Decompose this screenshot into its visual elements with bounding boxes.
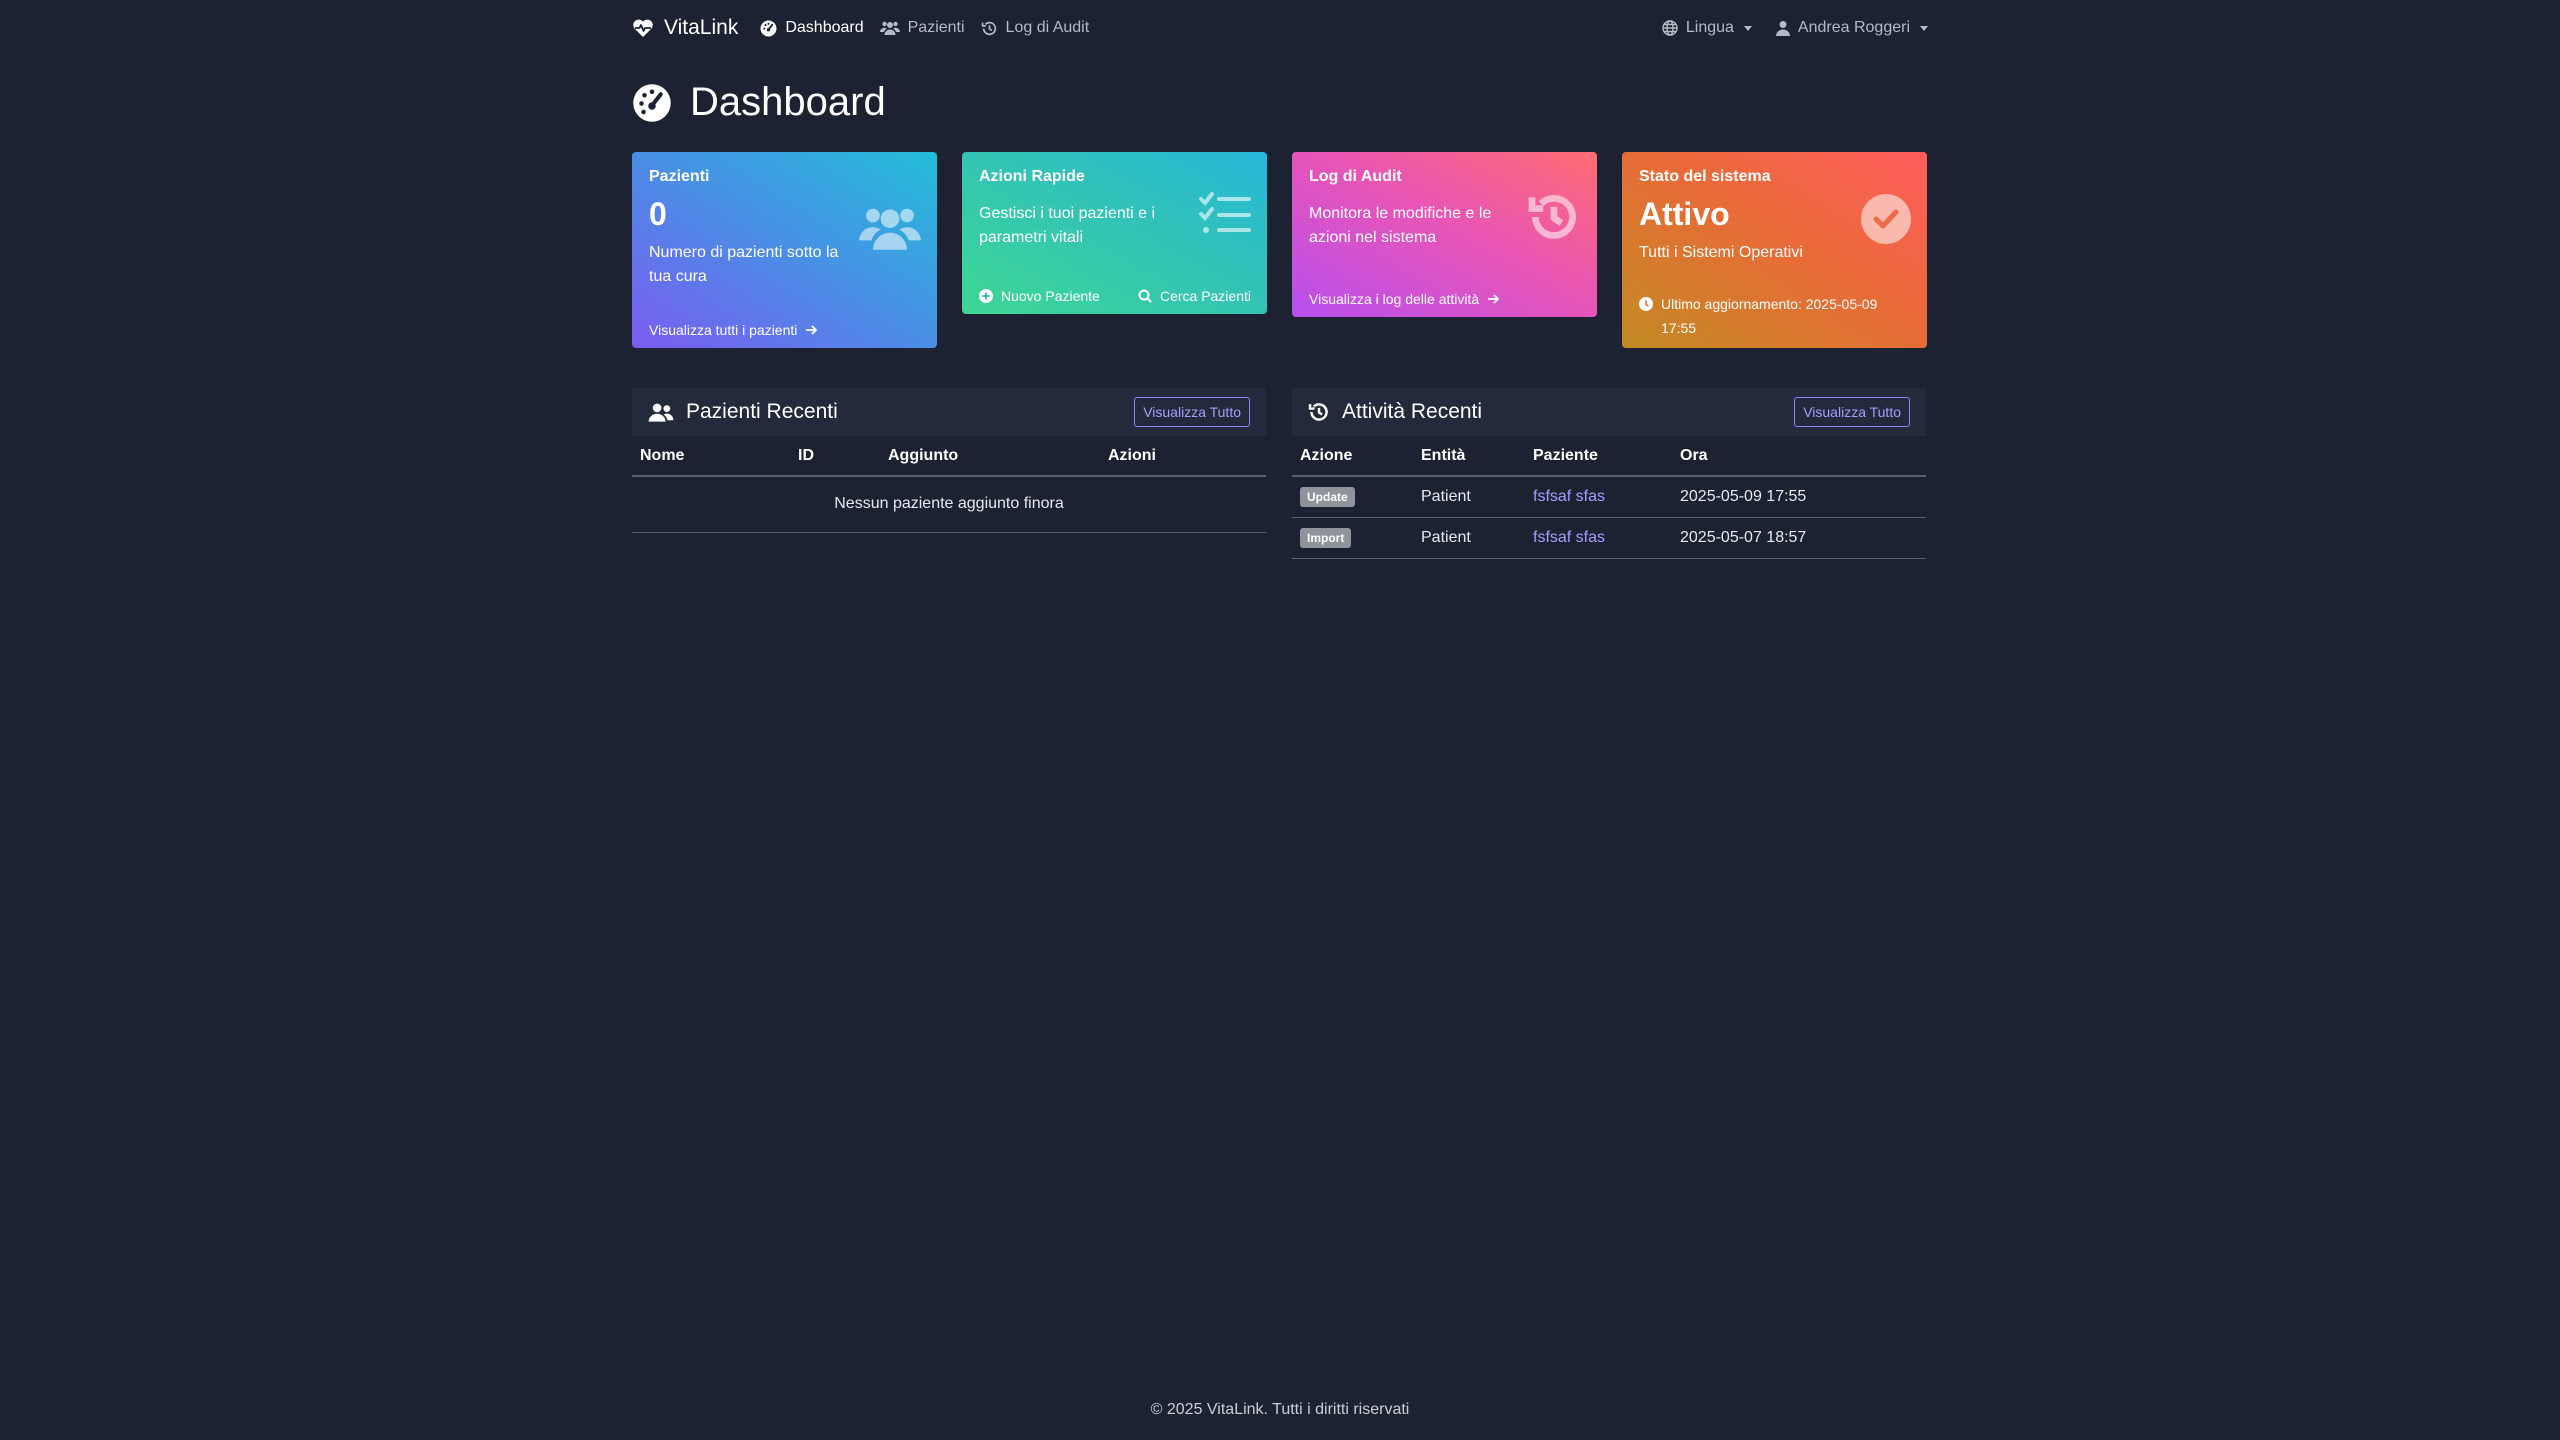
recent-patients-panel: Pazienti Recenti Visualizza Tutto Nome I… <box>632 388 1266 533</box>
globe-icon <box>1662 20 1678 36</box>
search-patients-link[interactable]: Cerca Pazienti <box>1138 288 1251 304</box>
table-header-row: Nome ID Aggiunto Azioni <box>632 436 1266 477</box>
users-icon <box>879 20 900 36</box>
patient-cell: fsfsaf sfas <box>1525 517 1672 559</box>
user-menu[interactable]: Andrea Roggeri <box>1775 19 1928 37</box>
history-icon <box>1527 190 1581 244</box>
users-icon <box>859 202 921 254</box>
empty-state-message: Nessun paziente aggiunto finora <box>632 476 1266 533</box>
search-icon <box>1138 289 1152 303</box>
nav-audit-log[interactable]: Log di Audit <box>981 19 1090 37</box>
action-badge: Update <box>1300 486 1355 507</box>
gauge-icon <box>632 83 672 123</box>
column-header: Azione <box>1292 436 1413 477</box>
patient-link[interactable]: fsfsaf sfas <box>1533 529 1605 546</box>
column-header: Azioni <box>1100 436 1266 477</box>
system-status-footer: Ultimo aggiornamento: 2025-05-09 17:55 <box>1639 292 1911 340</box>
time-cell: 2025-05-07 18:57 <box>1672 517 1926 559</box>
footer-copyright: © 2025 VitaLink. Tutti i diritti riserva… <box>1150 1401 1410 1418</box>
quick-actions-footer: Nuovo Paziente Cerca Pazienti <box>979 288 1251 304</box>
audit-log-card-footer: Visualizza i log delle attività <box>1309 291 1581 307</box>
time-cell: 2025-05-09 17:55 <box>1672 476 1926 518</box>
history-icon <box>1308 401 1330 423</box>
gauge-icon <box>760 20 777 37</box>
language-dropdown[interactable]: Lingua <box>1662 19 1752 37</box>
recent-patients-title: Pazienti Recenti <box>686 400 838 423</box>
patients-card: Pazienti 0 Numero di pazienti sotto la t… <box>632 152 937 348</box>
action-cell: Import <box>1292 517 1413 559</box>
column-header: Aggiunto <box>880 436 1100 477</box>
recent-activity-header: Attività Recenti Visualizza Tutto <box>1292 388 1926 436</box>
recent-activity-panel: Attività Recenti Visualizza Tutto Azione… <box>1292 388 1926 559</box>
recent-activity-title: Attività Recenti <box>1342 400 1483 423</box>
list-check-icon <box>1199 192 1251 238</box>
new-patient-label: Nuovo Paziente <box>1001 288 1100 304</box>
page-title: Dashboard <box>690 80 886 124</box>
users-icon <box>648 402 674 423</box>
quick-actions-card: Azioni Rapide Gestisci i tuoi pazienti e… <box>962 152 1267 314</box>
patients-card-label: Pazienti <box>649 168 710 185</box>
nav-dashboard[interactable]: Dashboard <box>760 19 864 37</box>
view-all-patients-button[interactable]: Visualizza Tutto <box>1134 397 1250 427</box>
brand-name: VitaLink <box>664 16 739 39</box>
nav-audit-log-label: Log di Audit <box>1005 19 1090 36</box>
view-activity-logs-link[interactable]: Visualizza i log delle attività <box>1309 291 1581 307</box>
patient-cell: fsfsaf sfas <box>1525 476 1672 518</box>
entity-cell: Patient <box>1413 517 1525 559</box>
new-patient-link[interactable]: Nuovo Paziente <box>979 288 1100 304</box>
audit-log-card-label: Log di Audit <box>1309 168 1402 185</box>
entity-cell: Patient <box>1413 476 1525 518</box>
recent-patients-header: Pazienti Recenti Visualizza Tutto <box>632 388 1266 436</box>
table-row: Update Patient fsfsaf sfas 2025-05-09 17… <box>1292 476 1926 518</box>
heart-pulse-icon <box>632 18 654 38</box>
patients-card-text: Numero di pazienti sotto la tua cura <box>649 244 839 285</box>
patients-card-footer: Visualizza tutti i pazienti <box>649 322 921 338</box>
top-navbar: VitaLink Dashboard Pazienti Log di Audit… <box>632 0 1928 56</box>
nav-patients[interactable]: Pazienti <box>879 19 965 37</box>
recent-patients-table: Nome ID Aggiunto Azioni Nessun paziente … <box>632 436 1266 533</box>
history-icon <box>981 20 998 37</box>
view-all-patients-label: Visualizza tutti i pazienti <box>649 322 798 338</box>
nav-dashboard-label: Dashboard <box>785 19 864 36</box>
table-header-row: Azione Entità Paziente Ora <box>1292 436 1926 477</box>
column-header: ID <box>790 436 880 477</box>
column-header: Paziente <box>1525 436 1672 477</box>
column-header: Nome <box>632 436 790 477</box>
caret-down-icon <box>1743 25 1752 31</box>
recent-activity-table: Azione Entità Paziente Ora Update Patien… <box>1292 436 1926 559</box>
system-status-card: Stato del sistema Attivo Tutti i Sistemi… <box>1622 152 1927 348</box>
column-header: Ora <box>1672 436 1926 477</box>
clock-icon <box>1639 297 1653 311</box>
table-row: Import Patient fsfsaf sfas 2025-05-07 18… <box>1292 517 1926 559</box>
plus-circle-icon <box>979 289 993 303</box>
check-circle-icon <box>1861 194 1911 244</box>
audit-log-card-text: Monitora le modifiche e le azioni nel si… <box>1309 205 1492 246</box>
caret-down-icon <box>1920 25 1928 31</box>
patient-link[interactable]: fsfsaf sfas <box>1533 488 1605 505</box>
system-status-text: Tutti i Sistemi Operativi <box>1639 244 1803 261</box>
page-header: Dashboard <box>632 80 886 125</box>
action-cell: Update <box>1292 476 1413 518</box>
audit-log-card: Log di Audit Monitora le modifiche e le … <box>1292 152 1597 317</box>
search-patients-label: Cerca Pazienti <box>1159 288 1251 304</box>
action-badge: Import <box>1300 527 1352 548</box>
arrow-right-icon <box>1487 293 1500 305</box>
last-update-text: Ultimo aggiornamento: 2025-05-09 17:55 <box>1661 296 1878 336</box>
brand-link[interactable]: VitaLink <box>632 16 738 40</box>
table-row: Nessun paziente aggiunto finora <box>632 476 1266 533</box>
view-activity-logs-label: Visualizza i log delle attività <box>1309 291 1480 307</box>
view-all-activity-button[interactable]: Visualizza Tutto <box>1794 397 1910 427</box>
quick-actions-label: Azioni Rapide <box>979 168 1085 185</box>
nav-patients-label: Pazienti <box>907 19 965 36</box>
user-icon <box>1775 20 1790 36</box>
language-label: Lingua <box>1685 19 1734 36</box>
arrow-right-icon <box>805 324 818 336</box>
system-status-label: Stato del sistema <box>1639 168 1771 185</box>
user-name: Andrea Roggeri <box>1797 19 1910 36</box>
view-all-patients-link[interactable]: Visualizza tutti i pazienti <box>649 322 921 338</box>
column-header: Entità <box>1413 436 1525 477</box>
quick-actions-text: Gestisci i tuoi pazienti e i parametri v… <box>979 205 1156 246</box>
